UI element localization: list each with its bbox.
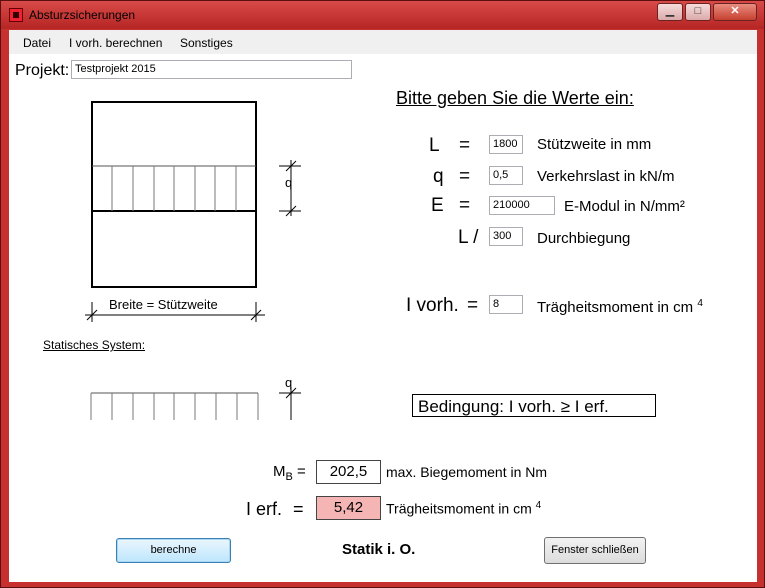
maximize-button[interactable]: □: [685, 3, 711, 21]
equals-ierf: =: [293, 499, 304, 519]
menu-bar: Datei I vorh. berechnen Sonstiges: [9, 30, 757, 54]
menu-sonstiges[interactable]: Sonstiges: [180, 36, 233, 50]
ivorh-desc: Trägheitsmoment in cm 4: [537, 298, 703, 316]
load-lines: [111, 166, 237, 211]
client-area: Datei I vorh. berechnen Sonstiges Projek…: [9, 30, 757, 582]
system-q-label: q: [285, 375, 293, 390]
input-prompt: Bitte geben Sie die Werte ein:: [396, 88, 634, 108]
static-system-label: Statisches System:: [43, 338, 146, 352]
project-label: Projekt:: [15, 62, 70, 79]
deflection-desc: Durchbiegung: [537, 230, 631, 247]
compute-button[interactable]: berechne: [116, 538, 231, 563]
system-q-dimension: [279, 387, 301, 420]
equals-q: =: [459, 166, 471, 187]
deflection-input[interactable]: 300: [489, 227, 523, 246]
static-system-beam: [90, 392, 259, 420]
modulus-desc: E-Modul in N/mm²: [564, 198, 685, 215]
ierf-symbol: I erf.: [246, 499, 283, 519]
mb-symbol: MB =: [273, 463, 306, 483]
length-desc: Stützweite in mm: [537, 136, 652, 153]
mb-output: 202,5: [316, 460, 381, 484]
symbol-E: E: [431, 195, 444, 216]
menu-i-vorh-berechnen[interactable]: I vorh. berechnen: [69, 36, 162, 50]
close-window-button[interactable]: Fenster schließen: [544, 537, 646, 564]
status-text: Statik i. O.: [342, 541, 416, 558]
ierf-output: 5,42: [316, 496, 381, 520]
app-icon: [9, 8, 23, 22]
ierf-exponent: 4: [535, 500, 542, 511]
equals-E: =: [459, 195, 471, 216]
title-bar[interactable]: Absturzsicherungen ▁ □ ✕: [1, 1, 764, 29]
railing-drawing: [85, 101, 301, 420]
close-button[interactable]: ✕: [713, 3, 757, 21]
q-label: q: [285, 175, 293, 190]
equals-L: =: [459, 135, 471, 156]
equals-ivorh: =: [467, 295, 479, 316]
project-name-field[interactable]: Testprojekt 2015: [71, 60, 352, 79]
symbol-L: L: [429, 135, 440, 156]
symbol-ivorh: I vorh.: [406, 295, 459, 316]
ivorh-exponent: 4: [697, 298, 703, 309]
width-label: Breite = Stützweite: [109, 297, 218, 312]
load-input[interactable]: 0,5: [489, 166, 523, 185]
mb-desc: max. Biegemoment in Nm: [386, 464, 548, 480]
menu-datei[interactable]: Datei: [23, 36, 51, 50]
minimize-button[interactable]: ▁: [657, 3, 683, 21]
ierf-desc: Trägheitsmoment in cm 4: [386, 500, 542, 517]
application-window: Absturzsicherungen ▁ □ ✕ Datei I vorh. b…: [0, 0, 765, 588]
ivorh-input[interactable]: 8: [489, 295, 523, 314]
symbol-L-ratio: L /: [458, 227, 479, 248]
condition-box: Bedingung: I vorh. ≥ I erf.: [412, 394, 656, 417]
length-input[interactable]: 1800: [489, 135, 523, 154]
load-desc: Verkehrslast in kN/m: [537, 168, 675, 185]
window-title: Absturzsicherungen: [29, 8, 136, 22]
symbol-q: q: [433, 166, 444, 187]
modulus-input[interactable]: 210000: [489, 196, 555, 215]
